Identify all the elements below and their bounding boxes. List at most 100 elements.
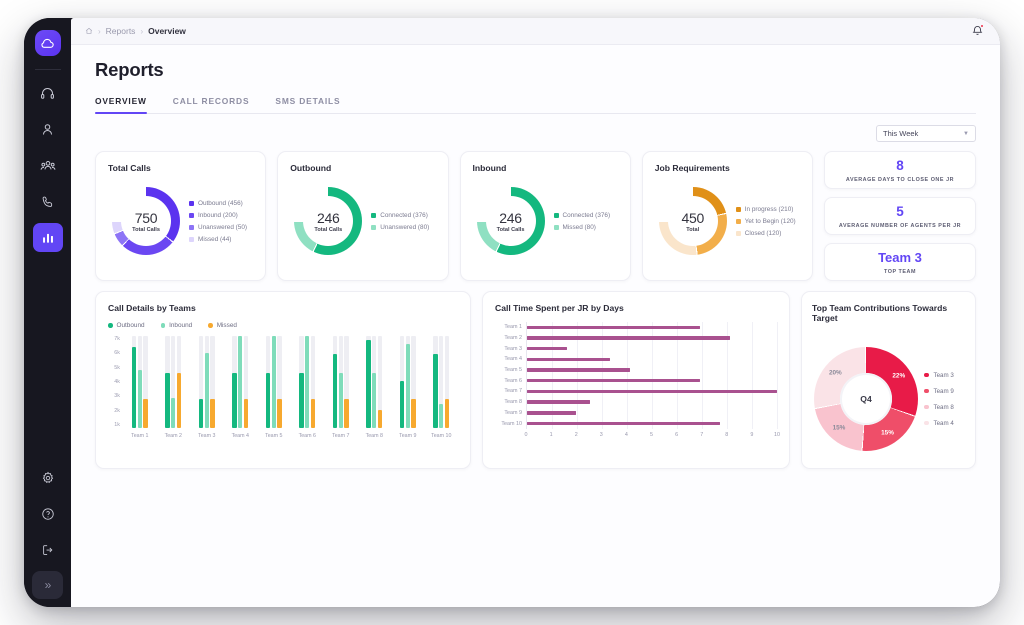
y-axis-labels: 7k 6k 5k 4k 3k 2k 1k	[108, 336, 123, 444]
bar-category-label: Team 10	[431, 433, 452, 439]
charts-row: Call Details by Teams Outbound Inbound Mis…	[95, 291, 976, 469]
legend-label: Unanswered (80)	[380, 223, 430, 231]
x-tick: 10	[774, 432, 780, 438]
legend: Connected (376) Unanswered (80)	[371, 212, 429, 231]
breadcrumb-separator-1: ›	[98, 26, 101, 36]
bar-fill	[243, 399, 249, 428]
bar-track	[238, 336, 243, 428]
legend-item: Outbound	[108, 322, 145, 329]
hbar-plot-area	[526, 322, 778, 429]
bar-group: Team 6	[291, 336, 325, 444]
y-tick: 3k	[114, 393, 120, 400]
bar-track	[243, 336, 249, 428]
card-title: Outbound	[290, 163, 332, 173]
sidebar: »	[24, 18, 71, 607]
breadcrumb-item-reports[interactable]: Reports	[106, 26, 136, 36]
hbar-row	[527, 377, 777, 385]
bar-track	[411, 336, 416, 428]
date-range-select[interactable]: This Week ▼	[876, 125, 976, 142]
bar-plot-area: Team 1 Team 2 Team 3 Team 4 Team 5 Team 6 Team…	[123, 336, 458, 444]
bar-fill	[299, 372, 304, 428]
bar-category-label: Team 2	[164, 433, 182, 439]
card-title: Job Requirements	[654, 163, 730, 173]
bar-fill	[399, 380, 405, 428]
bell-icon[interactable]	[971, 23, 984, 39]
pie-slice-percent: 22%	[892, 372, 906, 380]
pie-slice-percent: 15%	[881, 429, 894, 437]
legend-label: Inbound	[169, 322, 193, 329]
legend-item: Inbound (200)	[189, 212, 247, 219]
donut-value: 246	[317, 209, 340, 226]
bar-group: Team 2	[157, 336, 191, 444]
x-tick: 9	[750, 432, 754, 438]
logout-icon[interactable]	[33, 535, 63, 564]
hbar-fill	[527, 336, 730, 340]
legend-label: Outbound (456)	[198, 199, 243, 207]
gear-icon[interactable]	[33, 463, 63, 492]
tab-overview[interactable]: OVERVIEW	[95, 96, 147, 114]
bar-track	[277, 336, 282, 428]
hbar-fill	[527, 325, 700, 330]
bar-fill	[366, 339, 371, 428]
pie-center-label: Q4	[860, 394, 872, 404]
home-icon[interactable]	[85, 27, 93, 35]
x-tick: 2	[574, 432, 578, 438]
legend: In progress (210) Yet to Begin (120) Close…	[735, 206, 796, 237]
hbar-fill	[527, 357, 610, 362]
bar-fill	[171, 397, 176, 428]
stat-card-avg-days: 8 AVERAGE DAYS TO CLOSE ONE JR	[824, 151, 976, 189]
bar-track	[433, 336, 438, 428]
expand-sidebar-button[interactable]: »	[32, 571, 63, 599]
x-tick: 8	[725, 432, 729, 438]
legend-item: Inbound	[160, 322, 193, 329]
legend-color-chip	[208, 323, 213, 328]
help-circle-icon[interactable]	[33, 499, 63, 528]
hbar-fill	[527, 400, 590, 404]
bar-track	[377, 336, 383, 428]
stat-label: TOP TEAM	[883, 268, 917, 275]
bar-group: Team 7	[324, 336, 358, 444]
bar-fill	[305, 336, 310, 428]
legend-label: Missed (80)	[562, 223, 596, 231]
sidebar-item-person[interactable]	[33, 115, 63, 144]
legend-label: Team 4	[933, 419, 954, 427]
sidebar-item-reports[interactable]	[32, 223, 63, 252]
legend-item: Connected (376)	[553, 211, 611, 219]
breadcrumb-separator-2: ›	[140, 26, 144, 36]
cloud-logo-icon[interactable]	[34, 30, 61, 56]
legend-color-chip	[735, 206, 741, 212]
bar-chart: 7k 6k 5k 4k 3k 2k 1k Team 1 Team 2 Team 3 Team 4T…	[108, 336, 458, 444]
legend-item: Unanswered (50)	[189, 224, 247, 231]
legend-label: Inbound (200)	[198, 211, 238, 219]
card-inbound: Inbound 246 Total Calls Connected (376) M…	[459, 151, 631, 281]
chart-legend: Outbound Inbound Missed	[108, 322, 458, 329]
notification-badge	[979, 23, 984, 28]
bar-fill	[439, 403, 444, 428]
bar-group: Team 1	[123, 336, 157, 444]
chart-title: Call Time Spent per JR by Days	[495, 303, 624, 313]
sidebar-item-team[interactable]	[33, 151, 63, 180]
legend-label: Team 9	[933, 387, 954, 395]
bar-category-label: Team 4	[231, 433, 249, 439]
tab-call-records[interactable]: CALL RECORDS	[173, 96, 250, 113]
hbar-category-label: Team 1	[504, 324, 522, 331]
x-tick: 1	[549, 432, 553, 438]
sidebar-item-calls[interactable]	[33, 187, 63, 216]
legend-item: In progress (210)	[735, 206, 796, 213]
bar-track	[372, 336, 377, 428]
pie-slice-percent: 20%	[828, 369, 842, 377]
bar-group: Team 3	[190, 336, 224, 444]
content-area: › Reports › Overview Reports OVERVIEW CA…	[71, 18, 1000, 607]
stat-label: AVERAGE NUMBER OF AGENTS PER JR	[838, 222, 962, 229]
hbar-row	[527, 323, 777, 331]
bar-category-label: Team 5	[265, 433, 283, 439]
legend-label: Connected (376)	[562, 211, 611, 219]
bar-track	[137, 336, 142, 428]
sidebar-item-headset[interactable]	[33, 79, 63, 108]
y-tick: 4k	[114, 378, 120, 385]
legend-item: Outbound (456)	[189, 200, 247, 207]
tab-sms-details[interactable]: SMS DETAILS	[275, 96, 340, 113]
hbar-row	[527, 409, 777, 417]
legend-item: Closed (120)	[735, 230, 796, 237]
bar-track	[131, 336, 137, 428]
